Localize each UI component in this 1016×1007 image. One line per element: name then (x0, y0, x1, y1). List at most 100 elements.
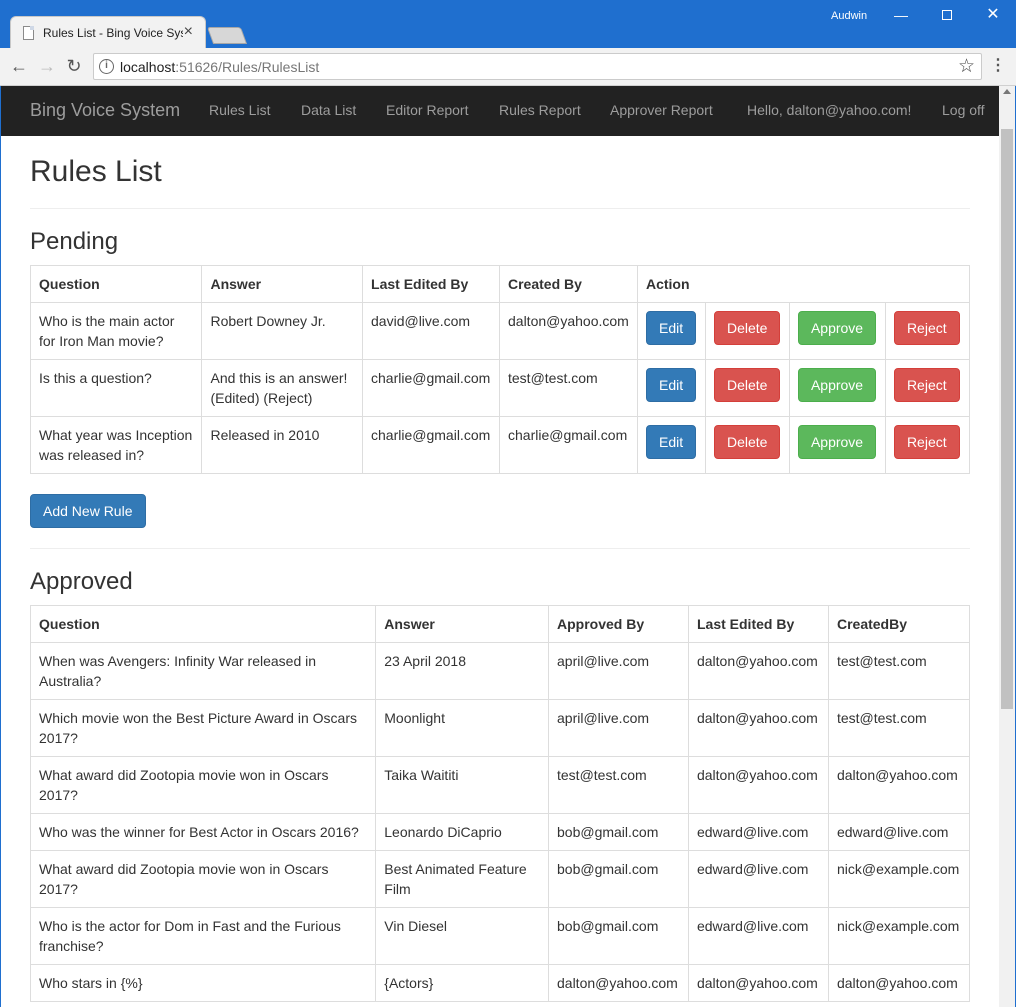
cell-question: What award did Zootopia movie won in Osc… (29, 756, 377, 814)
col-header-last-edited-by: Last Edited By (362, 265, 500, 303)
cell-action: Approve (788, 416, 886, 474)
approved-header-row: Question Answer Approved By Last Edited … (29, 605, 971, 643)
cell-last-edited-by: dalton@yahoo.com (687, 756, 829, 814)
cell-action: Delete (704, 416, 790, 474)
col-header-approved-by: Approved By (548, 605, 689, 643)
cell-action: Delete (704, 359, 790, 417)
delete-button[interactable]: Delete (713, 425, 781, 459)
nav-rules-list[interactable]: Rules List (209, 102, 270, 118)
delete-button[interactable]: Delete (713, 368, 781, 402)
reject-button[interactable]: Reject (893, 368, 960, 402)
col-header-created-by: CreatedBy (827, 605, 971, 643)
close-window-icon[interactable]: ✕ (978, 4, 1008, 26)
table-row: Who stars in {%} {Actors} dalton@yahoo.c… (29, 964, 971, 1002)
cell-last-edited-by: edward@live.com (687, 850, 829, 908)
browser-toolbar: ← → ↻ i localhost:51626/Rules/RulesList … (0, 48, 1016, 86)
table-row: What year was Inception was released in?… (29, 416, 971, 474)
cell-created-by: edward@live.com (827, 813, 971, 851)
site-info-icon[interactable]: i (99, 59, 114, 74)
cell-answer: Moonlight (375, 699, 549, 757)
page-favicon-icon (23, 26, 34, 40)
reject-button[interactable]: Reject (893, 425, 960, 459)
vertical-scrollbar[interactable] (999, 86, 1015, 1007)
cell-approved-by: bob@gmail.com (548, 907, 689, 965)
address-bar[interactable]: i localhost:51626/Rules/RulesList ☆ (93, 53, 982, 80)
cell-question: Who was the winner for Best Actor in Osc… (29, 813, 377, 851)
approved-heading: Approved (30, 568, 133, 595)
approve-button[interactable]: Approve (797, 311, 877, 345)
col-header-created-by: Created By (499, 265, 638, 303)
tab-close-icon[interactable]: × (184, 23, 193, 41)
tab-title: Rules List - Bing Voice System (43, 26, 183, 40)
cell-created-by: test@test.com (827, 699, 971, 757)
cell-answer: Vin Diesel (375, 907, 549, 965)
cell-last-edited-by: charlie@gmail.com (362, 416, 500, 474)
site-navbar: Bing Voice System Rules List Data List E… (1, 86, 999, 136)
add-new-rule-button[interactable]: Add New Rule (30, 494, 146, 528)
browser-menu-icon[interactable]: ⋮ (990, 57, 1006, 75)
divider (30, 548, 970, 549)
forward-arrow-icon[interactable]: → (36, 55, 58, 77)
bookmark-star-icon[interactable]: ☆ (958, 55, 975, 78)
cell-question: Who stars in {%} (29, 964, 377, 1002)
cell-created-by: nick@example.com (827, 907, 971, 965)
cell-question: Who is the actor for Dom in Fast and the… (29, 907, 377, 965)
cell-approved-by: april@live.com (548, 642, 689, 700)
edit-button[interactable]: Edit (645, 425, 697, 459)
cell-created-by: charlie@gmail.com (499, 416, 638, 474)
approved-table: Question Answer Approved By Last Edited … (29, 605, 971, 1002)
pending-heading: Pending (30, 228, 119, 255)
nav-data-list[interactable]: Data List (301, 102, 356, 118)
reload-icon[interactable]: ↻ (63, 55, 85, 77)
reject-button[interactable]: Reject (893, 311, 960, 345)
scrollbar-thumb[interactable] (1001, 129, 1013, 709)
table-row: What award did Zootopia movie won in Osc… (29, 756, 971, 814)
col-header-answer: Answer (201, 265, 364, 303)
nav-approver-report[interactable]: Approver Report (610, 102, 713, 118)
col-header-answer: Answer (375, 605, 549, 643)
col-header-action: Action (636, 265, 971, 303)
col-header-question: Question (29, 605, 377, 643)
nav-log-off[interactable]: Log off (942, 102, 985, 118)
approve-button[interactable]: Approve (797, 368, 877, 402)
edit-button[interactable]: Edit (645, 311, 697, 345)
pending-header-row: Question Answer Last Edited By Created B… (29, 265, 971, 303)
scroll-up-arrow-icon[interactable] (1003, 89, 1011, 94)
minimize-window-icon[interactable]: — (886, 4, 916, 26)
nav-rules-report[interactable]: Rules Report (499, 102, 581, 118)
cell-created-by: dalton@yahoo.com (499, 302, 638, 360)
cell-last-edited-by: edward@live.com (687, 813, 829, 851)
cell-approved-by: test@test.com (548, 756, 689, 814)
back-arrow-icon[interactable]: ← (8, 55, 30, 77)
cell-action: Approve (788, 302, 886, 360)
approve-button[interactable]: Approve (797, 425, 877, 459)
cell-last-edited-by: edward@live.com (687, 907, 829, 965)
table-row: Which movie won the Best Picture Award i… (29, 699, 971, 757)
cell-question: What award did Zootopia movie won in Osc… (29, 850, 377, 908)
maximize-window-icon[interactable] (932, 4, 962, 26)
cell-last-edited-by: dalton@yahoo.com (687, 964, 829, 1002)
table-row: Is this a question? And this is an answe… (29, 359, 971, 417)
cell-question: What year was Inception was released in? (29, 416, 203, 474)
new-tab-button[interactable] (206, 27, 248, 44)
cell-last-edited-by: charlie@gmail.com (362, 359, 500, 417)
site-brand[interactable]: Bing Voice System (30, 100, 180, 121)
col-header-question: Question (29, 265, 203, 303)
cell-last-edited-by: dalton@yahoo.com (687, 642, 829, 700)
cell-answer: Robert Downey Jr. (201, 302, 364, 360)
edit-button[interactable]: Edit (645, 368, 697, 402)
delete-button[interactable]: Delete (713, 311, 781, 345)
url-path: :51626/Rules/RulesList (175, 59, 320, 75)
cell-question: Is this a question? (29, 359, 203, 417)
browser-tab[interactable]: Rules List - Bing Voice System × (10, 16, 206, 48)
cell-answer: {Actors} (375, 964, 549, 1002)
main-content: Rules List Pending Question Answer Last … (29, 136, 971, 1002)
url-text[interactable]: localhost:51626/Rules/RulesList (120, 59, 319, 75)
nav-editor-report[interactable]: Editor Report (386, 102, 468, 118)
nav-user-greeting[interactable]: Hello, dalton@yahoo.com! (747, 102, 911, 118)
cell-created-by: test@test.com (827, 642, 971, 700)
cell-answer: Best Animated Feature Film (375, 850, 549, 908)
table-row: Who is the actor for Dom in Fast and the… (29, 907, 971, 965)
page-title: Rules List (30, 155, 162, 188)
cell-question: Which movie won the Best Picture Award i… (29, 699, 377, 757)
